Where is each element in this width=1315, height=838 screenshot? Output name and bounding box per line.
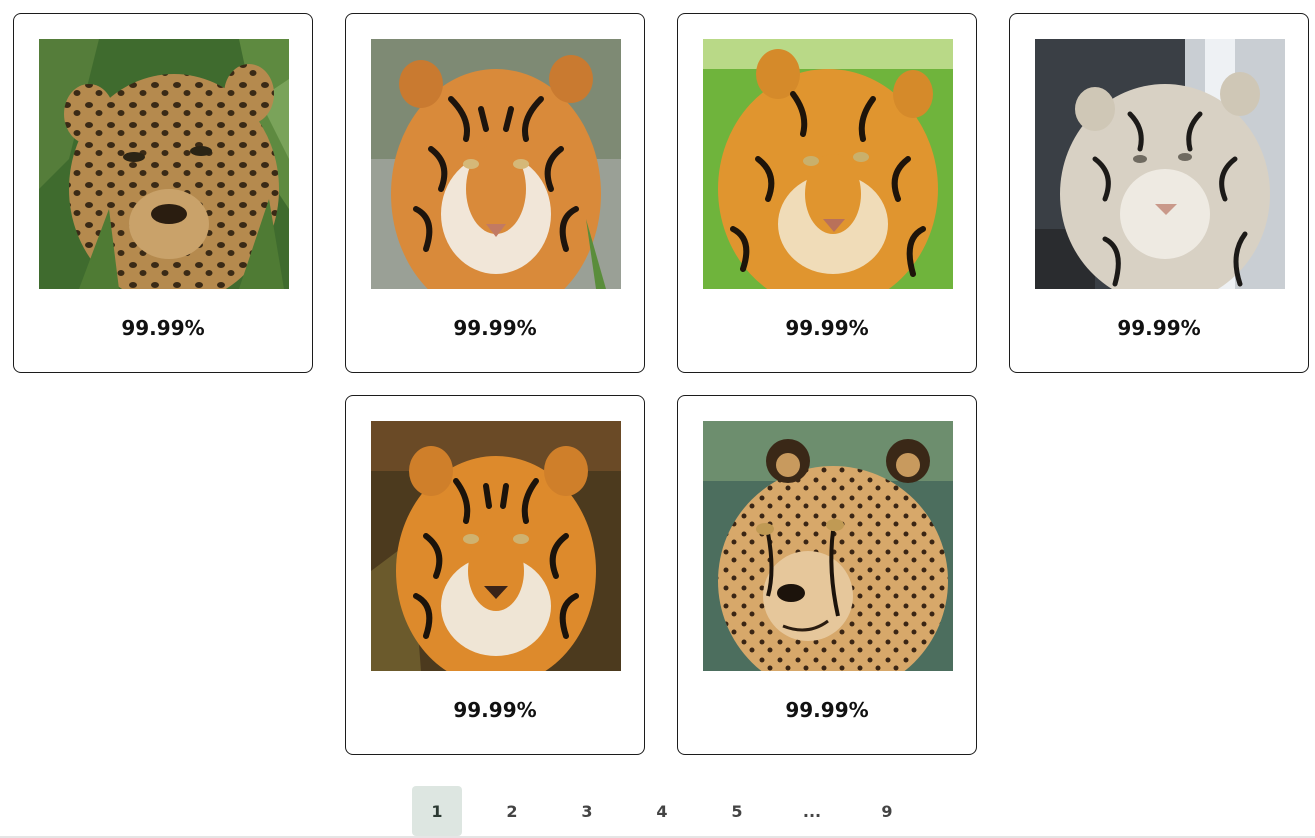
- tiger-photo: [371, 421, 621, 671]
- cheetah-photo: [703, 421, 953, 671]
- tiger-photo: [371, 39, 621, 289]
- page-button-9[interactable]: 9: [862, 786, 912, 836]
- tiger-photo: [703, 39, 953, 289]
- results-grid: 99.99% 99.99% 99.99% 99.99% 99.99% 99.99…: [0, 0, 1315, 838]
- result-card[interactable]: 99.99%: [1009, 13, 1309, 373]
- confidence-score: 99.99%: [121, 316, 205, 340]
- confidence-score: 99.99%: [453, 698, 537, 722]
- page-button-2[interactable]: 2: [487, 786, 537, 836]
- confidence-score: 99.99%: [785, 316, 869, 340]
- page-button-3[interactable]: 3: [562, 786, 612, 836]
- result-card[interactable]: 99.99%: [345, 395, 645, 755]
- confidence-score: 99.99%: [785, 698, 869, 722]
- page-button-4[interactable]: 4: [637, 786, 687, 836]
- confidence-score: 99.99%: [453, 316, 537, 340]
- page-ellipsis: ...: [802, 801, 822, 821]
- result-card[interactable]: 99.99%: [677, 395, 977, 755]
- pagination: 1 2 3 4 5 ... 9: [412, 786, 937, 836]
- leopard-photo: [39, 39, 289, 289]
- result-card[interactable]: 99.99%: [13, 13, 313, 373]
- result-card[interactable]: 99.99%: [677, 13, 977, 373]
- white-tiger-photo: [1035, 39, 1285, 289]
- page-button-5[interactable]: 5: [712, 786, 762, 836]
- result-card[interactable]: 99.99%: [345, 13, 645, 373]
- page-button-1[interactable]: 1: [412, 786, 462, 836]
- confidence-score: 99.99%: [1117, 316, 1201, 340]
